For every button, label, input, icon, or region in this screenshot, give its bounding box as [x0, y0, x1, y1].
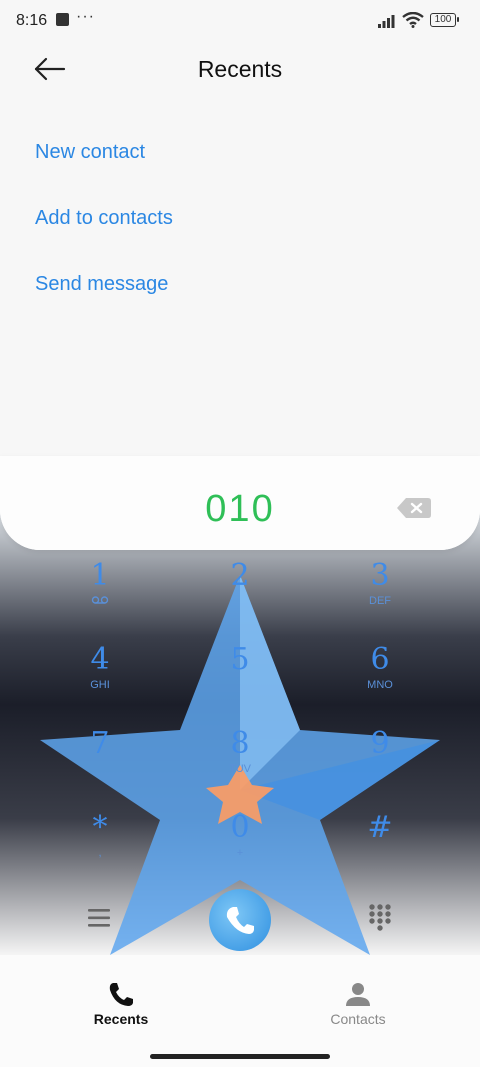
more-notifications-icon: ··· — [76, 8, 95, 25]
status-bar: 8:16 ··· 100 — [0, 0, 480, 44]
key-7[interactable]: 7 — [40, 727, 160, 797]
bottom-navigation: Recents Contacts — [0, 955, 480, 1067]
key-digit: 3 — [370, 558, 390, 593]
key-digit: 6 — [370, 642, 390, 677]
tab-contacts-label: Contacts — [330, 1011, 386, 1027]
voicemail-icon — [91, 596, 109, 604]
dialpad-icon — [369, 904, 391, 931]
phone-icon — [109, 983, 133, 1006]
key-3[interactable]: 3 DEF — [320, 559, 440, 629]
key-8[interactable]: 8 TUV — [180, 727, 300, 797]
menu-icon — [88, 909, 110, 927]
key-digit: 5 — [230, 642, 250, 677]
battery-icon: 100 — [430, 13, 459, 27]
add-to-contacts-link[interactable]: Add to contacts — [35, 207, 173, 230]
key-letters: TUV — [229, 763, 251, 775]
key-0[interactable]: 0 + — [180, 811, 300, 881]
phone-icon — [226, 907, 254, 934]
key-letters: GHI — [90, 679, 110, 691]
key-letters: + — [236, 847, 244, 859]
tab-recents[interactable]: Recents — [61, 981, 181, 1027]
key-2[interactable]: 2 — [180, 559, 300, 629]
key-digit: 2 — [230, 558, 250, 593]
wifi-icon — [402, 12, 424, 28]
new-contact-link[interactable]: New contact — [35, 141, 145, 164]
key-digit: 1 — [90, 558, 110, 593]
tab-contacts[interactable]: Contacts — [298, 981, 418, 1027]
person-icon — [346, 983, 370, 1006]
backspace-button[interactable] — [396, 496, 432, 520]
key-digit: * — [92, 810, 108, 845]
key-digit: # — [367, 810, 393, 845]
notification-icon — [56, 13, 69, 26]
menu-button[interactable] — [86, 905, 114, 931]
key-6[interactable]: 6 MNO — [320, 643, 440, 713]
tab-recents-label: Recents — [93, 1011, 149, 1027]
key-star[interactable]: * , — [40, 811, 160, 881]
key-letters: , — [98, 847, 102, 859]
key-9[interactable]: 9 — [320, 727, 440, 797]
key-digit: 7 — [90, 726, 110, 761]
key-4[interactable]: 4 GHI — [40, 643, 160, 713]
key-digit: 9 — [370, 726, 390, 761]
key-digit: 8 — [230, 726, 250, 761]
signal-icon — [378, 15, 395, 28]
call-button[interactable] — [209, 889, 271, 951]
key-1[interactable]: 1 — [40, 559, 160, 629]
home-indicator[interactable] — [150, 1054, 330, 1059]
key-digit: 4 — [90, 642, 110, 677]
key-hash[interactable]: # — [320, 811, 440, 881]
key-5[interactable]: 5 — [180, 643, 300, 713]
status-time: 8:16 — [16, 12, 48, 29]
key-letters: MNO — [367, 679, 393, 691]
send-message-link[interactable]: Send message — [35, 273, 168, 296]
key-digit: 0 — [230, 810, 250, 845]
backspace-icon — [397, 498, 431, 518]
key-letters: DEF — [369, 595, 391, 607]
page-title: Recents — [197, 56, 283, 82]
dialpad-button[interactable] — [368, 903, 392, 933]
